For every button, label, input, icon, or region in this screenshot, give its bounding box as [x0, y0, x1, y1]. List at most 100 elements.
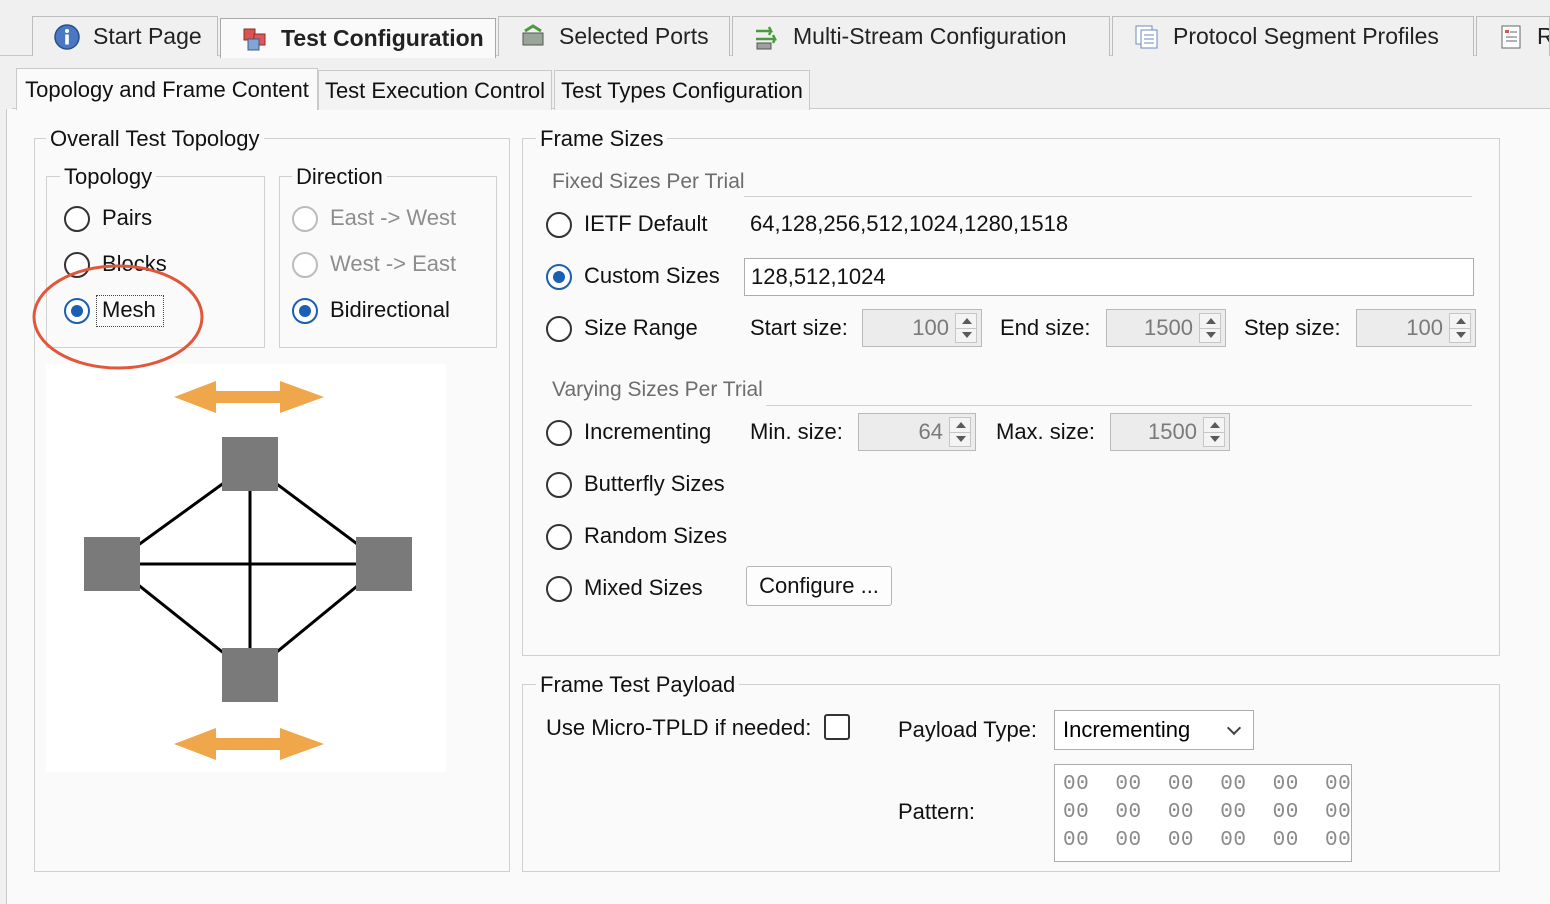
tab-label: Selected Ports	[559, 23, 709, 49]
tab-multi-stream-configuration[interactable]: Multi-Stream Configuration	[732, 16, 1110, 56]
overall-test-topology-title: Overall Test Topology	[46, 126, 264, 152]
mixed-sizes-label[interactable]: Mixed Sizes	[584, 575, 703, 601]
end-size-spinner[interactable]: 1500	[1106, 309, 1226, 347]
custom-sizes-label[interactable]: Custom Sizes	[584, 263, 720, 289]
butterfly-sizes-radio[interactable]	[546, 472, 572, 498]
tab-label: Test Configuration	[281, 25, 484, 51]
chevron-down-icon	[1226, 720, 1242, 736]
varying-sizes-title: Varying Sizes Per Trial	[552, 378, 763, 401]
spinner-arrows-icon[interactable]	[1449, 313, 1471, 343]
micro-tpld-label: Use Micro-TPLD if needed:	[546, 715, 812, 740]
tab-label: Test Execution Control	[324, 77, 546, 103]
custom-sizes-radio[interactable]	[546, 264, 572, 290]
direction-title: Direction	[292, 164, 387, 190]
mesh-node-right	[356, 537, 412, 591]
tab-label: Protocol Segment Profiles	[1173, 23, 1439, 49]
size-range-label[interactable]: Size Range	[584, 315, 698, 341]
report-icon	[1501, 25, 1521, 48]
pattern-row: 00 00 00 00 00 00	[1063, 801, 1352, 824]
pattern-row: 00 00 00 00 00 00	[1063, 829, 1352, 852]
tab-label: R	[1537, 23, 1549, 50]
tab-reports-partial[interactable]: R	[1476, 16, 1550, 56]
min-size-spinner[interactable]: 64	[858, 413, 976, 451]
butterfly-sizes-label[interactable]: Butterfly Sizes	[584, 471, 725, 497]
max-size-label: Max. size:	[996, 419, 1096, 444]
size-range-radio[interactable]	[546, 316, 572, 342]
tab-start-page[interactable]: Start Page	[32, 16, 218, 56]
tab-label: Topology and Frame Content	[25, 76, 309, 102]
max-size-value: 1500	[1148, 419, 1197, 444]
frame-test-payload-title: Frame Test Payload	[536, 672, 740, 698]
spinner-arrows-icon[interactable]	[955, 313, 977, 343]
topology-pairs-radio[interactable]	[64, 206, 90, 232]
ietf-default-label[interactable]: IETF Default	[584, 211, 707, 237]
topology-title: Topology	[60, 164, 157, 190]
start-size-label: Start size:	[750, 315, 848, 340]
random-sizes-label[interactable]: Random Sizes	[584, 523, 727, 549]
ietf-default-values: 64,128,256,512,1024,1280,1518	[750, 211, 1069, 236]
incrementing-radio[interactable]	[546, 420, 572, 446]
varying-sizes-separator	[766, 405, 1472, 406]
start-size-value: 100	[912, 315, 949, 340]
step-size-value: 100	[1406, 315, 1443, 340]
random-sizes-radio[interactable]	[546, 524, 572, 550]
topology-pairs-label[interactable]: Pairs	[102, 205, 152, 231]
spinner-arrows-icon[interactable]	[1199, 313, 1221, 343]
tab-label: Multi-Stream Configuration	[793, 23, 1067, 49]
profiles-icon	[1135, 25, 1158, 48]
annotation-circle	[32, 264, 204, 370]
mesh-links	[111, 462, 385, 676]
tab-test-types-configuration[interactable]: Test Types Configuration	[554, 70, 810, 110]
tab-selected-ports[interactable]: Selected Ports	[498, 16, 730, 56]
pattern-row: 00 00 00 00 00 00	[1063, 773, 1352, 796]
min-size-label: Min. size:	[750, 419, 843, 444]
payload-type-label: Payload Type:	[898, 717, 1038, 742]
mesh-node-bottom	[222, 648, 278, 702]
tab-test-execution-control[interactable]: Test Execution Control	[318, 70, 552, 110]
frame-test-payload-group	[522, 684, 1500, 872]
direction-bidirectional-radio[interactable]	[292, 298, 318, 324]
spinner-arrows-icon[interactable]	[1203, 417, 1225, 447]
min-size-value: 64	[918, 419, 943, 444]
frame-sizes-title: Frame Sizes	[536, 126, 668, 152]
direction-east-west-label[interactable]: East -> West	[330, 205, 456, 231]
mesh-diagram-svg	[84, 381, 412, 760]
direction-east-west-radio[interactable]	[292, 206, 318, 232]
step-size-label: Step size:	[1244, 315, 1341, 340]
mesh-topology-diagram	[46, 364, 446, 772]
pattern-field[interactable]: 00 00 00 00 00 00 00 00 00 00 00 00 00 0…	[1054, 764, 1352, 862]
custom-sizes-input[interactable]: 128,512,1024	[744, 258, 1474, 296]
tab-topology-and-frame-content[interactable]: Topology and Frame Content	[16, 68, 318, 110]
end-size-value: 1500	[1144, 315, 1193, 340]
multistream-icon	[756, 25, 778, 49]
payload-type-value: Incrementing	[1063, 717, 1191, 742]
config-cubes-icon	[243, 28, 266, 50]
step-size-spinner[interactable]: 100	[1356, 309, 1476, 347]
bottom-double-arrow	[174, 728, 324, 760]
pattern-label: Pattern:	[898, 799, 976, 824]
tab-test-configuration[interactable]: Test Configuration	[220, 18, 496, 58]
tab-label: Test Types Configuration	[561, 77, 803, 103]
top-double-arrow	[174, 381, 324, 413]
payload-type-select[interactable]: Incrementing	[1054, 710, 1254, 750]
fixed-sizes-separator	[744, 196, 1472, 197]
fixed-sizes-title: Fixed Sizes Per Trial	[552, 170, 745, 193]
mesh-node-top	[222, 437, 278, 491]
info-icon	[54, 23, 80, 50]
spinner-arrows-icon[interactable]	[949, 417, 971, 447]
mixed-sizes-radio[interactable]	[546, 576, 572, 602]
configure-mixed-sizes-button[interactable]: Configure ...	[746, 566, 892, 606]
mesh-node-left	[84, 537, 140, 591]
end-size-label: End size:	[1000, 315, 1091, 340]
direction-west-east-label[interactable]: West -> East	[330, 251, 456, 277]
incrementing-label[interactable]: Incrementing	[584, 419, 711, 445]
start-size-spinner[interactable]: 100	[862, 309, 982, 347]
tab-protocol-segment-profiles[interactable]: Protocol Segment Profiles	[1112, 16, 1474, 56]
micro-tpld-checkbox[interactable]	[824, 714, 850, 740]
ietf-default-radio[interactable]	[546, 212, 572, 238]
tab-label: Start Page	[93, 23, 202, 49]
direction-bidirectional-label[interactable]: Bidirectional	[330, 297, 450, 323]
direction-west-east-radio[interactable]	[292, 252, 318, 278]
max-size-spinner[interactable]: 1500	[1110, 413, 1230, 451]
ports-icon	[522, 23, 544, 45]
